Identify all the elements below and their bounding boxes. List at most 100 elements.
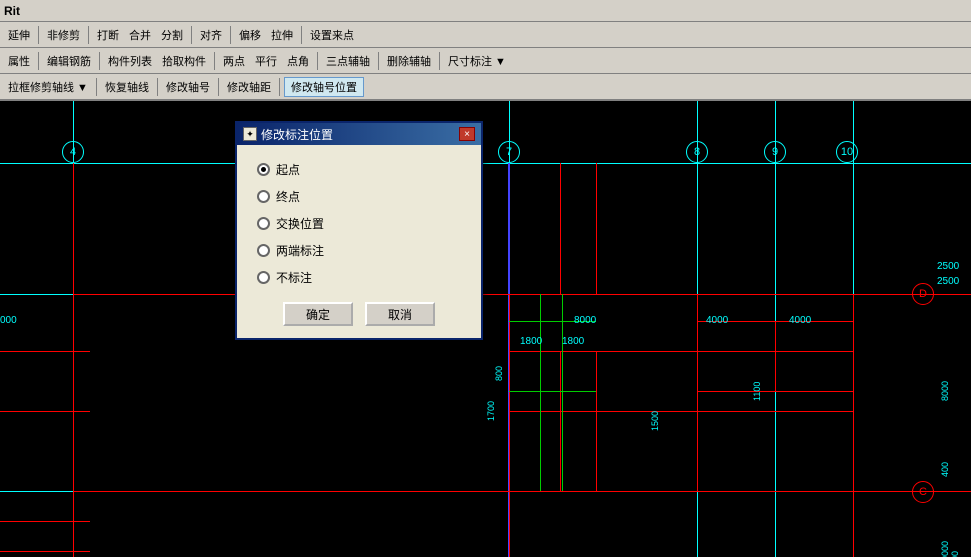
modify-axis-num-btn[interactable]: 修改轴号 [162, 78, 214, 96]
dim-2500-top: 2500 [937, 261, 959, 272]
radio-start-circle[interactable] [257, 163, 270, 176]
radio-end[interactable]: 终点 [257, 188, 461, 205]
dialog-overlay: ✦ 修改标注位置 × 起点 终点 [0, 101, 971, 557]
sep4 [230, 26, 231, 44]
red-v-line-2 [509, 294, 510, 491]
red-h-line-6 [0, 411, 90, 412]
restore-axis-btn[interactable]: 恢复轴线 [101, 78, 153, 96]
dim-4000-1: 4000 [706, 315, 728, 326]
red-h-line-9 [0, 521, 90, 522]
dim-vert-9000: 9000 [940, 521, 950, 557]
h-axis-line-top [0, 163, 971, 164]
radio-swap-label: 交换位置 [276, 215, 324, 232]
two-point-btn[interactable]: 两点 [219, 52, 249, 70]
sep6 [38, 52, 39, 70]
red-h-line-5 [0, 351, 90, 352]
radio-end-circle[interactable] [257, 190, 270, 203]
toolbar-row-3: 拉框修剪轴线 ▼ 恢复轴线 修改轴号 修改轴距 修改轴号位置 [0, 74, 971, 100]
radio-swap-circle[interactable] [257, 217, 270, 230]
align-btn[interactable]: 对齐 [196, 26, 226, 44]
red-v-line-5 [853, 294, 854, 491]
trim-axis-btn[interactable]: 拉框修剪轴线 ▼ [4, 78, 92, 96]
offset-btn[interactable]: 偏移 [235, 26, 265, 44]
dim-vert-1500: 1500 [650, 361, 660, 431]
point-angle-btn[interactable]: 点角 [283, 52, 313, 70]
red-v-line-1 [73, 163, 74, 491]
dialog-close-label: × [464, 129, 470, 140]
red-v-line-4 [775, 321, 776, 391]
dim-2500-top2: 2500 [937, 276, 959, 287]
radio-swap[interactable]: 交换位置 [257, 215, 461, 232]
component-list-btn[interactable]: 构件列表 [104, 52, 156, 70]
radio-none-circle[interactable] [257, 271, 270, 284]
three-point-aux-btn[interactable]: 三点辅轴 [322, 52, 374, 70]
radio-both[interactable]: 两端标注 [257, 242, 461, 259]
app-title: Rit [0, 0, 971, 22]
split-btn[interactable]: 分割 [157, 26, 187, 44]
sep12 [96, 78, 97, 96]
dim-vert-25000: 25000 [950, 521, 960, 557]
dialog-titlebar[interactable]: ✦ 修改标注位置 × [237, 123, 481, 145]
stretch-btn[interactable]: 拉伸 [267, 26, 297, 44]
toolbar-row-2: 属性 编辑钢筋 构件列表 拾取构件 两点 平行 点角 三点辅轴 删除辅轴 尺寸标… [0, 48, 971, 74]
sep1 [38, 26, 39, 44]
radio-group: 起点 终点 交换位置 两端标注 [257, 161, 461, 286]
confirm-button[interactable]: 确定 [283, 302, 353, 326]
radio-start[interactable]: 起点 [257, 161, 461, 178]
dim-vert-400: 400 [940, 447, 950, 477]
axis-label-10: 10 [836, 141, 858, 163]
pick-component-btn[interactable]: 拾取构件 [158, 52, 210, 70]
modify-axis-pos-btn[interactable]: 修改轴号位置 [284, 77, 364, 97]
axis-label-8: 8 [686, 141, 708, 163]
parallel-btn[interactable]: 平行 [251, 52, 281, 70]
modify-axis-dist-btn[interactable]: 修改轴距 [223, 78, 275, 96]
sep11 [439, 52, 440, 70]
break-btn[interactable]: 打断 [93, 26, 123, 44]
radio-none[interactable]: 不标注 [257, 269, 461, 286]
cad-canvas: 4 7 8 9 10 D C 8000 000 8000 4000 4000 1… [0, 101, 971, 557]
dim-vert-8000-right: 8000 [940, 311, 950, 401]
red-v-line-8 [560, 351, 561, 491]
dialog-modify-annotation: ✦ 修改标注位置 × 起点 终点 [235, 121, 483, 340]
extend-btn[interactable]: 延伸 [4, 26, 34, 44]
settings-btn[interactable]: 设置来点 [306, 26, 358, 44]
merge-btn[interactable]: 合并 [125, 26, 155, 44]
red-v-line-7 [596, 163, 597, 294]
red-v-line-9 [596, 351, 597, 491]
dialog-title-left: ✦ 修改标注位置 [243, 126, 333, 143]
dim-1800-2: 1800 [562, 336, 584, 347]
radio-both-circle[interactable] [257, 244, 270, 257]
red-h-line-8 [697, 391, 853, 392]
green-v-2 [562, 294, 563, 491]
red-v-line-3 [697, 294, 698, 491]
dialog-icon: ✦ [243, 127, 257, 141]
trim-btn[interactable]: 非修剪 [43, 26, 84, 44]
axis-label-9: 9 [764, 141, 786, 163]
sep2 [88, 26, 89, 44]
property-btn[interactable]: 属性 [4, 52, 34, 70]
axis-label-7: 7 [498, 141, 520, 163]
toolbar-row-1: 延伸 非修剪 打断 合并 分割 对齐 偏移 拉伸 设置来点 [0, 22, 971, 48]
axis-label-C: C [912, 481, 934, 503]
sep15 [279, 78, 280, 96]
red-v-line-11 [509, 491, 510, 557]
radio-both-label: 两端标注 [276, 242, 324, 259]
radio-end-label: 终点 [276, 188, 300, 205]
axis-label-4: 4 [62, 141, 84, 163]
sep3 [191, 26, 192, 44]
sep7 [99, 52, 100, 70]
axis-label-D: D [912, 283, 934, 305]
dimension-btn[interactable]: 尺寸标注 ▼ [444, 52, 510, 70]
sep9 [317, 52, 318, 70]
radio-none-label: 不标注 [276, 269, 312, 286]
red-v-line-6 [560, 163, 561, 294]
delete-aux-btn[interactable]: 删除辅轴 [383, 52, 435, 70]
dim-vert-1100: 1100 [752, 341, 762, 401]
edit-rebar-btn[interactable]: 编辑钢筋 [43, 52, 95, 70]
sep8 [214, 52, 215, 70]
cancel-button[interactable]: 取消 [365, 302, 435, 326]
dialog-body: 起点 终点 交换位置 两端标注 [237, 145, 481, 338]
red-h-line-2 [73, 491, 971, 492]
sep10 [378, 52, 379, 70]
dialog-close-button[interactable]: × [459, 127, 475, 141]
